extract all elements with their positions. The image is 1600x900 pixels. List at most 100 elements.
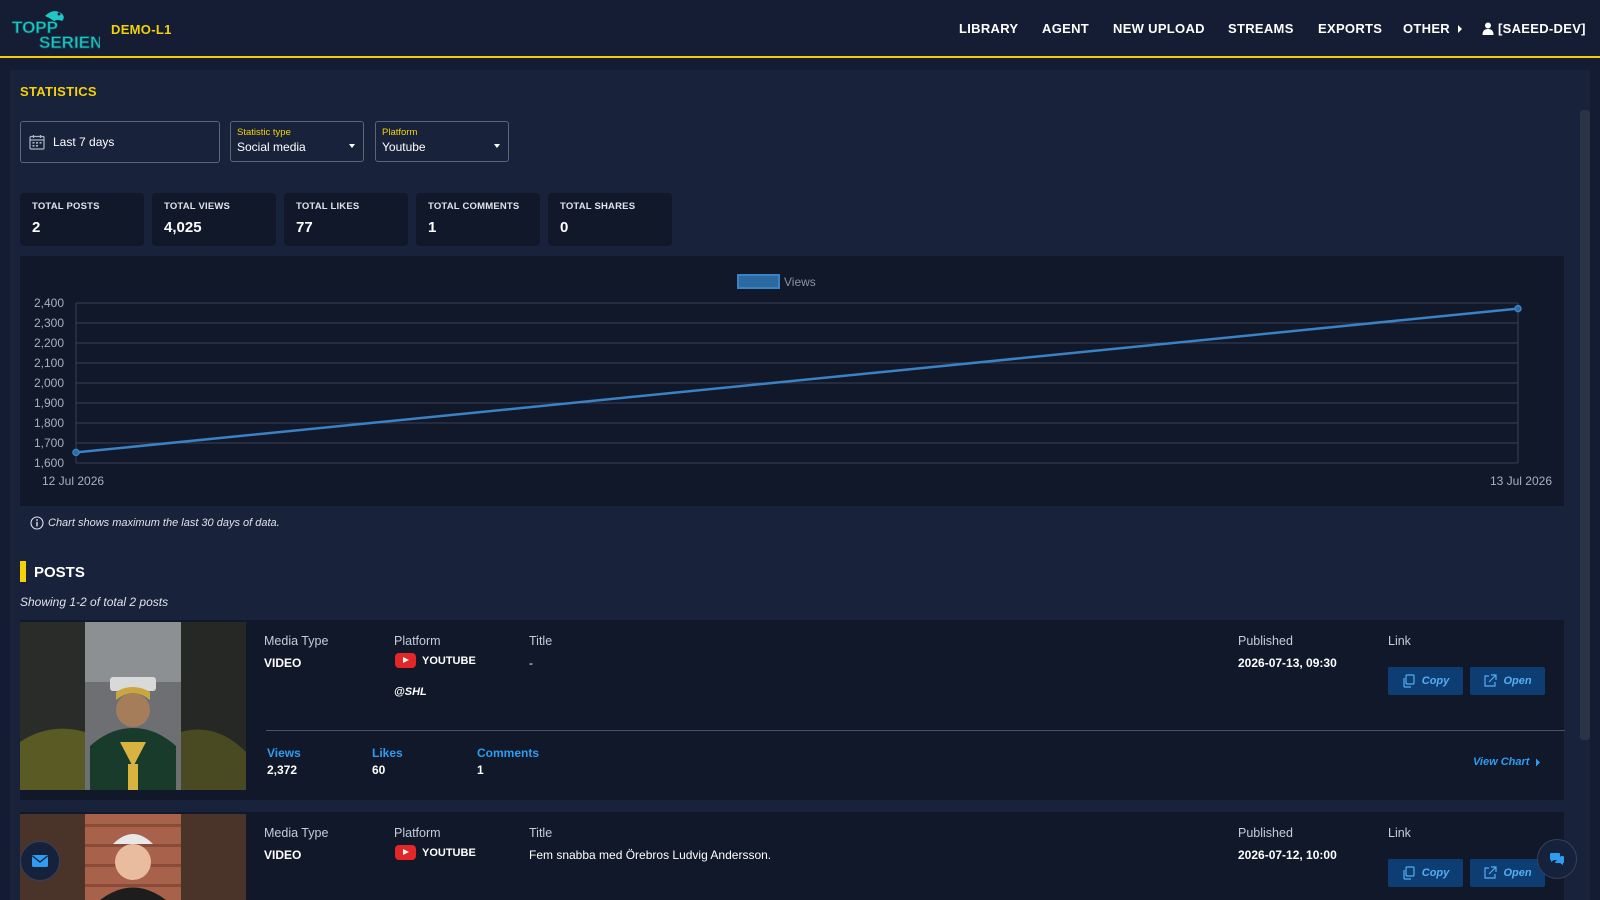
stat-value: 1 (428, 219, 437, 236)
total-views-card: TOTAL VIEWS 4,025 (152, 193, 276, 246)
comments-value: 1 (477, 763, 484, 777)
media-type-label: Media Type (264, 634, 329, 648)
svg-text:SERIEN: SERIEN (39, 33, 100, 50)
open-link-button[interactable]: Open (1470, 859, 1545, 887)
chart-data-point (72, 448, 80, 457)
chart-series-line (75, 307, 1519, 454)
likes-label: Likes (372, 746, 403, 760)
user-icon (1482, 22, 1494, 35)
calendar-icon (29, 135, 45, 150)
post-title: Fem snabba med Örebros Ludvig Andersson. (529, 848, 772, 862)
statistic-type-select[interactable]: Statistic type Social media (230, 121, 364, 162)
views-chart: 2,400 2,300 2,200 2,100 2,000 1,900 1,800 1,700… (20, 256, 1564, 506)
posts-accent-bar (20, 561, 26, 582)
nav-agent[interactable]: AGENT (1042, 21, 1089, 36)
views-label: Views (267, 746, 301, 760)
platform-label: Platform (394, 634, 441, 648)
stat-value: 0 (560, 219, 569, 236)
caret-right-icon (1536, 758, 1541, 766)
total-likes-card: TOTAL LIKES 77 (284, 193, 408, 246)
stat-label: TOTAL COMMENTS (428, 201, 520, 212)
platform-value: Youtube (382, 140, 426, 154)
chevron-down-icon (349, 144, 355, 148)
title-label: Title (529, 826, 553, 840)
post-card-2: Media Type VIDEO Platform YOUTUBE Title … (20, 812, 1564, 900)
published-value: 2026-07-12, 10:00 (1238, 848, 1337, 862)
platform-select[interactable]: Platform Youtube (375, 121, 509, 162)
platform-name: YOUTUBE (422, 654, 476, 667)
info-icon (30, 516, 44, 530)
media-type-value: VIDEO (264, 848, 302, 862)
published-label: Published (1238, 634, 1293, 648)
copy-icon (1403, 866, 1415, 880)
chart-x-tick-label: 12 Jul 2026 (42, 474, 104, 488)
chart-y-tick-label: 1,800 (34, 416, 64, 430)
stat-label: TOTAL SHARES (560, 201, 636, 212)
posts-title: POSTS (34, 564, 85, 581)
chart-y-tick-label: 2,400 (34, 296, 64, 310)
stat-value: 2 (32, 219, 41, 236)
mail-icon (32, 855, 48, 867)
view-chart-link[interactable]: View Chart (1473, 756, 1541, 768)
title-label: Title (529, 634, 553, 648)
external-link-icon (1484, 866, 1498, 879)
chart-legend-swatch (737, 274, 780, 289)
chart-y-tick-label: 2,200 (34, 336, 64, 350)
view-chart-label: View Chart (1473, 756, 1530, 768)
message-button[interactable] (20, 841, 60, 881)
nav-streams[interactable]: STREAMS (1228, 21, 1294, 36)
post-thumbnail[interactable] (20, 622, 246, 790)
link-label: Link (1388, 826, 1411, 840)
nav-new-upload[interactable]: NEW UPLOAD (1113, 21, 1205, 36)
chat-icon (1550, 853, 1564, 865)
stat-label: TOTAL POSTS (32, 201, 100, 212)
platform-label: Platform (394, 826, 441, 840)
post-card-1: Media Type VIDEO Platform YOUTUBE @SHL T… (20, 620, 1565, 800)
chart-y-tick-label: 1,700 (34, 436, 64, 450)
chart-legend-label: Views (784, 275, 816, 289)
statistic-type-label: Statistic type (237, 127, 291, 138)
post-divider (266, 730, 1565, 731)
platform-value: YOUTUBE (395, 845, 476, 860)
open-link-button[interactable]: Open (1470, 667, 1545, 695)
scrollbar[interactable] (1580, 110, 1590, 740)
media-type-label: Media Type (264, 826, 329, 840)
published-value: 2026-07-13, 09:30 (1238, 656, 1337, 670)
nav-library[interactable]: LIBRARY (959, 21, 1018, 36)
chart-y-tick-label: 2,300 (34, 316, 64, 330)
chevron-down-icon (494, 144, 500, 148)
external-link-icon (1484, 674, 1498, 687)
copy-icon (1403, 674, 1415, 688)
chart-y-tick-label: 1,600 (34, 456, 64, 470)
total-shares-card: TOTAL SHARES 0 (548, 193, 672, 246)
chart-x-tick-label: 13 Jul 2026 (1490, 474, 1552, 488)
platform-name: YOUTUBE (422, 846, 476, 859)
chat-button[interactable] (1537, 839, 1577, 879)
app-name: DEMO-L1 (111, 22, 172, 37)
nav-other[interactable]: OTHER (1403, 21, 1464, 36)
media-type-value: VIDEO (264, 656, 302, 670)
date-range-picker[interactable]: Last 7 days (20, 121, 220, 163)
chart-y-tick-label: 2,000 (34, 376, 64, 390)
posts-showing-count: Showing 1-2 of total 2 posts (20, 595, 169, 609)
channel-handle: @SHL (394, 686, 427, 698)
nav-exports[interactable]: EXPORTS (1318, 21, 1382, 36)
copy-link-button[interactable]: Copy (1388, 859, 1463, 887)
copy-link-button[interactable]: Copy (1388, 667, 1463, 695)
youtube-icon (395, 653, 416, 668)
total-comments-card: TOTAL COMMENTS 1 (416, 193, 540, 246)
open-label: Open (1503, 675, 1532, 687)
published-label: Published (1238, 826, 1293, 840)
chart-y-tick-label: 1,900 (34, 396, 64, 410)
topp-serien-logo[interactable]: TOPP SERIEN (11, 8, 103, 52)
nav-user-menu[interactable]: [SAEED-DEV] (1482, 21, 1586, 36)
chart-y-tick-label: 2,100 (34, 356, 64, 370)
youtube-icon (395, 845, 416, 860)
platform-label: Platform (382, 127, 418, 138)
copy-label: Copy (1421, 867, 1450, 879)
likes-value: 60 (372, 763, 386, 777)
chart-note-text: Chart shows maximum the last 30 days of … (48, 517, 280, 529)
open-label: Open (1503, 867, 1532, 879)
chart-note: Chart shows maximum the last 30 days of … (30, 516, 280, 530)
total-posts-card: TOTAL POSTS 2 (20, 193, 144, 246)
